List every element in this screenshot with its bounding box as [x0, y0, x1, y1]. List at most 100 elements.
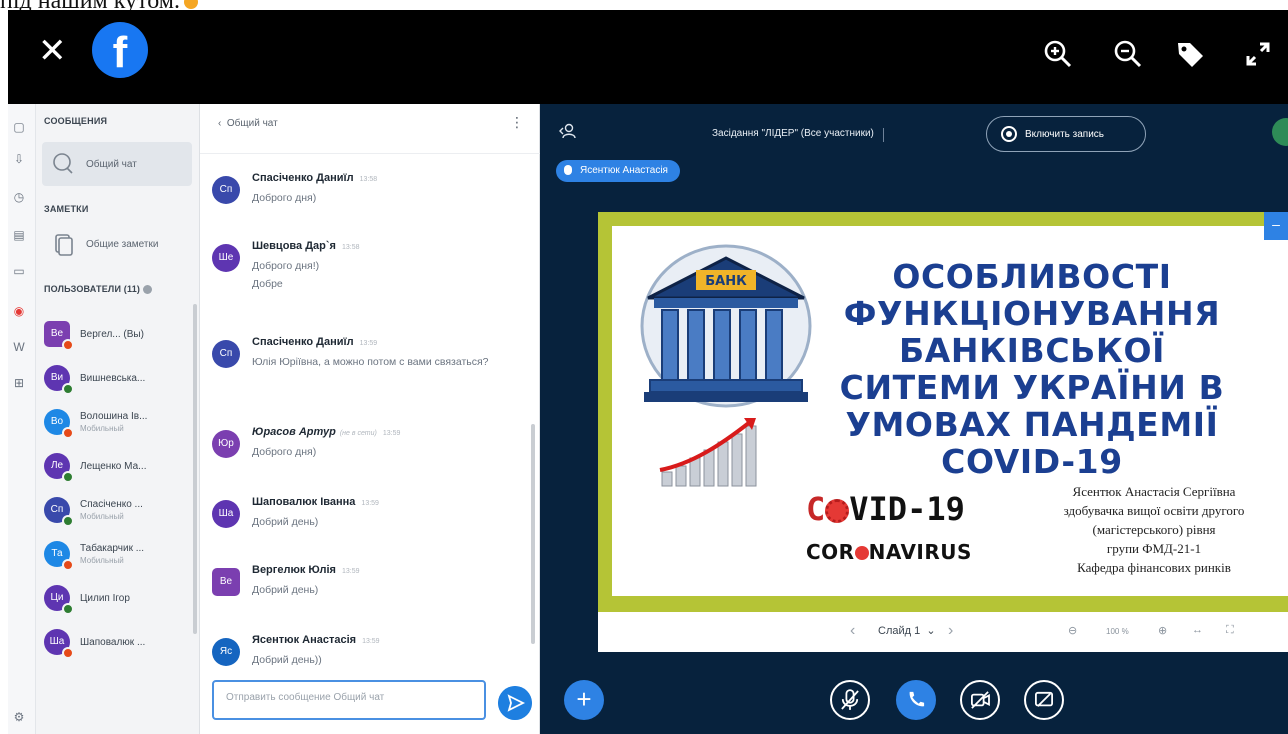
screen-share-off-icon[interactable]: [1024, 680, 1064, 720]
slide-selector[interactable]: Слайд 1 ⌄: [878, 624, 936, 637]
slide-title-line: СИТЕМИ УКРАЇНИ В: [839, 368, 1225, 407]
expand-icon[interactable]: [1242, 38, 1274, 70]
avatar: Ве: [212, 568, 240, 596]
send-icon[interactable]: [498, 686, 532, 720]
avatar: Ле: [44, 453, 74, 483]
status-dot-icon: [62, 603, 74, 615]
messages-section-title: СООБЩЕНИЯ: [44, 116, 108, 126]
chat-back-button[interactable]: ‹ Общий чат: [218, 118, 278, 129]
media-controls: +: [540, 670, 1288, 734]
shared-notes-item[interactable]: Общие заметки: [42, 222, 192, 266]
chat-options-icon[interactable]: ⋮: [510, 114, 524, 131]
message-body: Шаповалюк Іванна 13:59 Добрий день): [252, 496, 379, 530]
calendar-icon[interactable]: ▤: [12, 228, 26, 242]
user-list-item[interactable]: Ци Цилип Ігор: [44, 576, 194, 620]
next-slide-icon[interactable]: ›: [948, 622, 953, 640]
w-icon[interactable]: W: [12, 340, 26, 354]
status-dot-icon: [62, 559, 74, 571]
fit-width-icon[interactable]: ↔: [1192, 624, 1203, 636]
user-list-item[interactable]: Та Табакарчик ... Мобильный: [44, 532, 194, 576]
message-sender: Спасіченко Даниїл 13:59: [252, 336, 489, 348]
actions-plus-button[interactable]: +: [564, 680, 604, 720]
close-icon[interactable]: ✕: [38, 34, 67, 68]
chat-message-list: Сп Спасіченко Даниїл 13:58 Доброго дня) Ше Ше…: [200, 154, 540, 674]
message-sender: Ясентюк Анастасія 13:59: [252, 634, 380, 646]
user-list-item[interactable]: Ле Лещенко Ма...: [44, 444, 194, 488]
previous-slide-icon[interactable]: ‹: [850, 622, 855, 640]
user-text: Табакарчик ... Мобильный: [80, 543, 180, 565]
zoom-out-slide-icon[interactable]: ⊖: [1068, 624, 1077, 637]
chat-bubble-icon: [53, 153, 73, 174]
fullscreen-slide-icon[interactable]: ⛶: [1226, 624, 1234, 637]
sender-name: Ясентюк Анастасія: [252, 634, 357, 646]
options-button[interactable]: [1272, 118, 1288, 146]
user-device-label: Мобильный: [80, 556, 124, 565]
user-list-item[interactable]: Ве Вергел... (Вы): [44, 312, 194, 356]
user-text: Спасіченко ... Мобильный: [80, 499, 180, 521]
zoom-in-icon[interactable]: [1042, 38, 1074, 70]
author-line: (магістерського) рівня: [1092, 522, 1216, 537]
presentation-area: Засідання "ЛІДЕР" (Все участники) Включи…: [540, 104, 1288, 734]
message-time: 13:59: [359, 340, 378, 347]
chat-message: Яс Ясентюк Анастасія 13:59 Добрий день)): [212, 634, 522, 668]
message-sender: Юрасов Артур (не в сети) 13:59: [252, 426, 400, 438]
users-scrollbar[interactable]: [193, 304, 197, 634]
avatar: Яс: [212, 638, 240, 666]
bookmark-icon[interactable]: ▢: [12, 120, 26, 134]
pocket-icon[interactable]: ◉: [12, 304, 26, 318]
add-box-icon[interactable]: ⊞: [12, 376, 26, 390]
zoom-in-slide-icon[interactable]: ⊕: [1158, 624, 1167, 637]
message-text: Добрий день): [252, 584, 319, 596]
download-icon[interactable]: ⇩: [12, 152, 26, 166]
presentation-toolbar: ‹ Слайд 1 ⌄ › ⊖ 100 % ⊕ ↔ ⛶: [598, 612, 1288, 652]
user-name: Табакарчик ...: [80, 543, 145, 554]
user-list-item[interactable]: Ви Вишневська...: [44, 356, 194, 400]
camera-off-icon[interactable]: [960, 680, 1000, 720]
virus-small-icon: [854, 546, 869, 560]
user-name: Шаповалюк ...: [80, 636, 146, 648]
users-toggle-icon[interactable]: [558, 122, 576, 140]
microphone-muted-icon[interactable]: [830, 680, 870, 720]
status-dot-icon: [62, 427, 74, 439]
shared-notes-label: Общие заметки: [86, 238, 159, 250]
zoom-out-icon[interactable]: [1112, 38, 1144, 70]
chat-message: Ве Вергелюк Юлія 13:59 Добрий день): [212, 564, 522, 598]
public-chat-item[interactable]: Общий чат: [42, 142, 192, 186]
user-list-item[interactable]: Ша Шаповалюк ...: [44, 620, 194, 664]
tag-icon[interactable]: [1174, 38, 1206, 70]
clock-icon[interactable]: ◷: [12, 190, 26, 204]
chat-message: Ша Шаповалюк Іванна 13:59 Добрий день): [212, 496, 522, 530]
avatar: Ша: [44, 629, 74, 659]
avatar-initials: Ле: [50, 460, 64, 471]
user-list-item[interactable]: Сп Спасіченко ... Мобильный: [44, 488, 194, 532]
user-device-label: Мобильный: [80, 512, 124, 521]
users-settings-icon[interactable]: [142, 285, 152, 295]
virus-icon: [825, 499, 850, 523]
chat-message-input[interactable]: Отправить сообщение Общий чат: [212, 680, 486, 720]
message-time: 13:59: [382, 430, 401, 437]
chat-scrollbar[interactable]: [531, 424, 535, 644]
microphone-icon: [564, 165, 572, 176]
message-body: Спасіченко Даниїл 13:58 Доброго дня): [252, 172, 377, 206]
user-device-label: Мобильный: [80, 424, 124, 433]
user-text: Волошина Ів... Мобильный: [80, 411, 180, 433]
settings-icon[interactable]: ⚙: [12, 710, 26, 724]
sender-name: Вергелюк Юлія: [252, 564, 336, 576]
start-recording-button[interactable]: Включить запись: [986, 116, 1146, 152]
status-dot-icon: [62, 383, 74, 395]
avatar: Ви: [44, 365, 74, 395]
status-dot-icon: [62, 515, 74, 527]
user-list-item[interactable]: Во Волошина Ів... Мобильный: [44, 400, 194, 444]
message-body: Вергелюк Юлія 13:59 Добрий день): [252, 564, 360, 598]
minimize-presentation-button[interactable]: –: [1264, 212, 1288, 240]
author-line: групи ФМД-21-1: [1106, 541, 1202, 556]
card-icon[interactable]: ▭: [12, 264, 26, 278]
offline-note: (не в сети): [339, 430, 377, 437]
phone-icon[interactable]: [896, 680, 936, 720]
message-text: Доброго дня): [252, 446, 317, 458]
avatar-initials: Та: [51, 548, 63, 559]
facebook-logo-icon[interactable]: f: [92, 22, 148, 78]
bigbluebutton-app: ▢ ⇩ ◷ ▤ ▭ ◉ W ⊞ ⚙ СООБЩЕНИЯ Общий чат ЗА…: [8, 104, 1288, 734]
user-name: Вишневська...: [80, 372, 146, 384]
bank-sign: БАНК: [705, 274, 747, 289]
